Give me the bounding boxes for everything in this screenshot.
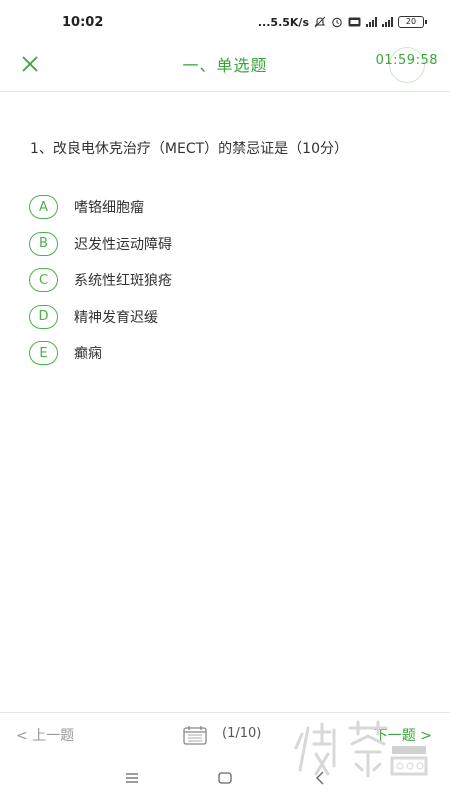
- battery-icon: 20: [398, 16, 427, 28]
- back-nav-button[interactable]: [310, 768, 330, 788]
- mute-bell-icon: [314, 16, 326, 28]
- home-nav-button[interactable]: [215, 768, 235, 788]
- alarm-clock-icon: [331, 16, 343, 28]
- option-c[interactable]: C 系统性红斑狼疮: [29, 262, 419, 299]
- option-letter: E: [29, 341, 58, 366]
- option-d[interactable]: D 精神发育迟缓: [29, 299, 419, 336]
- countdown-timer: 01:59:58: [375, 53, 438, 68]
- status-bar: 10:02 ...5.5K/s 20: [0, 0, 450, 44]
- header: 一、单选题 01:59:58: [0, 44, 450, 92]
- option-letter: D: [29, 304, 58, 329]
- signal-4g-icon: [366, 17, 377, 27]
- options-list: A 嗜铬细胞瘤 B 迟发性运动障碍 C 系统性红斑狼疮 D 精神发育迟缓 E 癫…: [29, 189, 419, 372]
- menu-icon: [126, 773, 138, 783]
- next-question-button[interactable]: 下一题 >: [374, 725, 432, 745]
- option-letter: B: [29, 231, 58, 256]
- network-speed: ...5.5K/s: [257, 15, 309, 29]
- option-letter: A: [29, 195, 58, 220]
- option-letter: C: [29, 268, 58, 293]
- option-text: 迟发性运动障碍: [74, 236, 172, 253]
- option-text: 精神发育迟缓: [74, 309, 158, 326]
- home-square-icon: [218, 772, 232, 784]
- option-e[interactable]: E 癫痫: [29, 335, 419, 372]
- status-time: 10:02: [62, 14, 104, 30]
- option-a[interactable]: A 嗜铬细胞瘤: [29, 189, 419, 226]
- bottom-bar: < 上一题 (1/10) 下一题 >: [0, 712, 450, 758]
- hd-icon: [348, 17, 361, 27]
- status-icons: ...5.5K/s 20: [257, 15, 427, 29]
- option-text: 癫痫: [74, 346, 102, 363]
- option-b[interactable]: B 迟发性运动障碍: [29, 226, 419, 263]
- question-text: 1、改良电休克治疗（MECT）的禁忌证是（10分）: [30, 141, 348, 157]
- signal-icon: [382, 17, 393, 27]
- prev-question-button[interactable]: < 上一题: [16, 725, 74, 745]
- answer-card-button[interactable]: [183, 725, 207, 747]
- option-text: 系统性红斑狼疮: [74, 273, 172, 290]
- option-text: 嗜铬细胞瘤: [74, 200, 144, 217]
- system-nav-bar: [0, 760, 450, 800]
- question-progress: (1/10): [222, 726, 262, 741]
- back-chevron-icon: [316, 771, 324, 785]
- answer-card-icon: [183, 726, 207, 745]
- menu-nav-button[interactable]: [122, 768, 142, 788]
